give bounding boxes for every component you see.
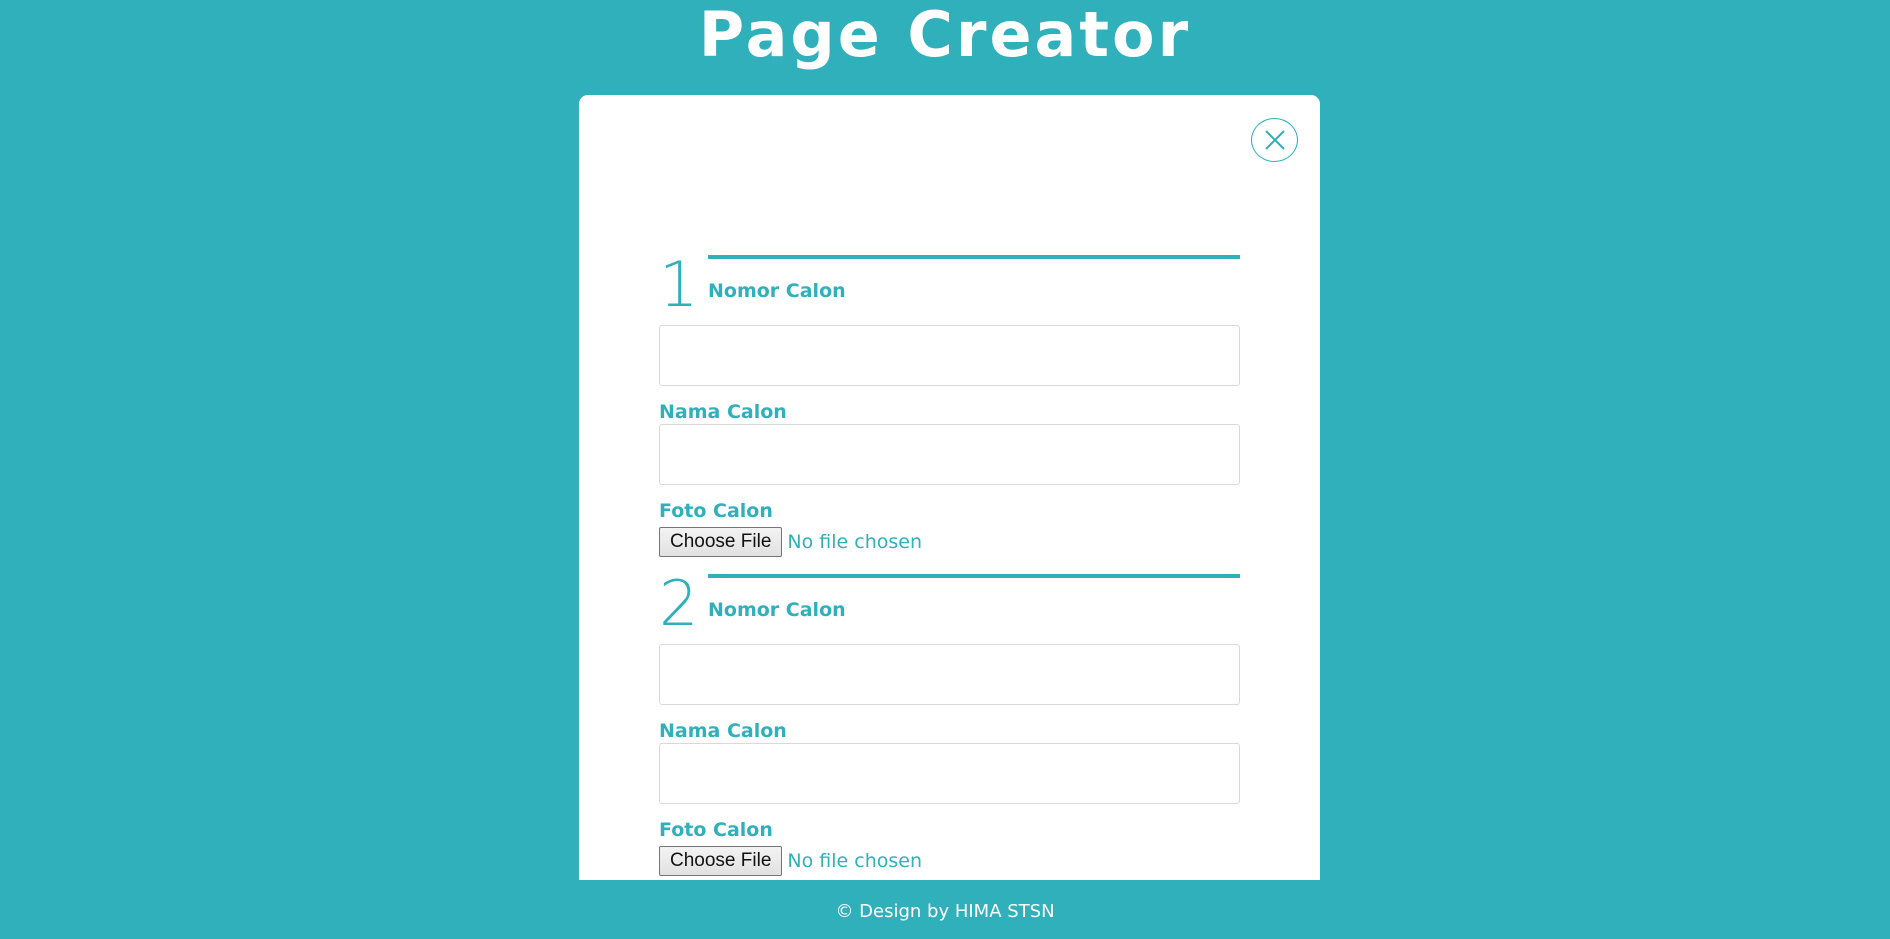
section-header: 2 Nomor Calon bbox=[659, 572, 1240, 636]
section-number: 2 bbox=[659, 567, 699, 640]
close-icon bbox=[1263, 128, 1287, 152]
nama-calon-label: Nama Calon bbox=[659, 720, 787, 742]
nomor-calon-input[interactable] bbox=[659, 644, 1240, 705]
nama-calon-input[interactable] bbox=[659, 424, 1240, 485]
foto-calon-file-input: Choose File No file chosen bbox=[659, 846, 1240, 876]
candidate-section-2: 2 Nomor Calon Nama Calon Foto Calon Choo… bbox=[659, 572, 1240, 876]
foto-calon-file-input: Choose File No file chosen bbox=[659, 527, 1240, 557]
page-title: Page Creator bbox=[698, 0, 1192, 71]
close-button[interactable] bbox=[1251, 118, 1298, 162]
section-divider bbox=[708, 574, 1240, 578]
file-status-text: No file chosen bbox=[787, 850, 922, 872]
nomor-calon-label: Nomor Calon bbox=[708, 599, 846, 621]
candidate-section-1: 1 Nomor Calon Nama Calon Foto Calon Choo… bbox=[659, 253, 1240, 557]
candidate-form-card: 1 Nomor Calon Nama Calon Foto Calon Choo… bbox=[579, 95, 1320, 880]
nomor-calon-label: Nomor Calon bbox=[708, 280, 846, 302]
nama-calon-input[interactable] bbox=[659, 743, 1240, 804]
foto-calon-label: Foto Calon bbox=[659, 819, 773, 841]
nomor-calon-input[interactable] bbox=[659, 325, 1240, 386]
file-status-text: No file chosen bbox=[787, 531, 922, 553]
nama-calon-label: Nama Calon bbox=[659, 401, 787, 423]
foto-calon-label: Foto Calon bbox=[659, 500, 773, 522]
choose-file-button[interactable]: Choose File bbox=[659, 846, 783, 876]
footer-credit: © Design by HIMA STSN bbox=[835, 901, 1055, 922]
page: Page Creator 1 Nomor Calon Nama Calon Fo… bbox=[0, 0, 1890, 939]
section-number: 1 bbox=[659, 248, 699, 321]
section-divider bbox=[708, 255, 1240, 259]
section-header: 1 Nomor Calon bbox=[659, 253, 1240, 317]
choose-file-button[interactable]: Choose File bbox=[659, 527, 783, 557]
